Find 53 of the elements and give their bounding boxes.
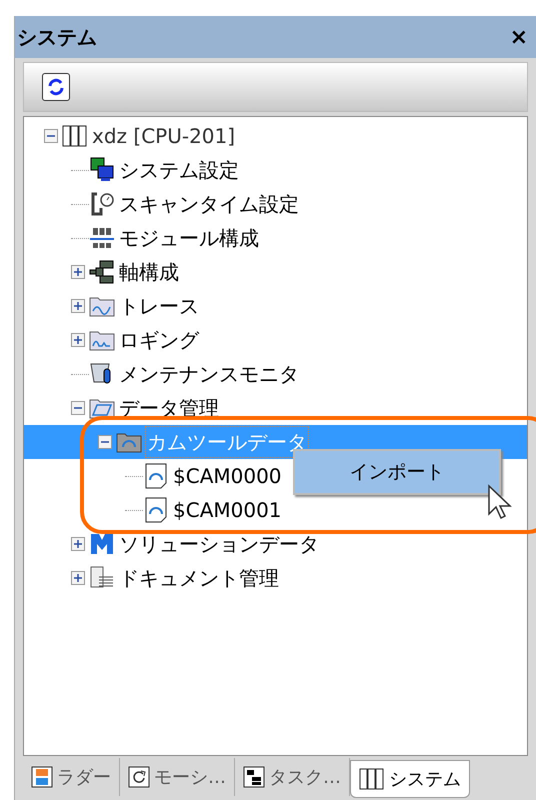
tree-label: $CAM0000	[172, 463, 283, 490]
tab[interactable]: モーシ…	[120, 758, 235, 796]
menu-item[interactable]: インポート	[342, 458, 452, 486]
tree-row[interactable]: ドキュメント管理	[24, 561, 527, 595]
collapse-icon[interactable]	[98, 435, 112, 449]
collapse-icon[interactable]	[71, 401, 85, 415]
tree-row[interactable]: 軸構成	[24, 255, 527, 289]
tree-label: システム設定	[118, 157, 240, 184]
network-icon	[89, 225, 115, 251]
tree-row[interactable]: ロギング	[24, 323, 527, 357]
tree-label: 軸構成	[118, 259, 180, 286]
expand-icon[interactable]	[71, 571, 85, 585]
tree-row[interactable]: xdz [CPU-201]	[24, 119, 527, 153]
tree-row[interactable]: メンテナンスモニタ	[24, 357, 527, 391]
document-icon	[143, 497, 169, 523]
refresh-button[interactable]	[42, 73, 70, 101]
tree-label: メンテナンスモニタ	[118, 361, 300, 388]
tree-label: トレース	[118, 293, 200, 320]
expand-icon[interactable]	[71, 299, 85, 313]
rotate-icon	[128, 766, 150, 788]
document-icon	[143, 463, 169, 489]
solution-icon	[89, 531, 115, 557]
collapse-icon[interactable]	[44, 129, 58, 143]
refresh-icon	[46, 77, 66, 97]
hierarchy-icon	[243, 766, 265, 788]
tab[interactable]: システム	[350, 760, 470, 798]
connector-icon	[89, 259, 115, 285]
tree-label: ロギング	[118, 327, 200, 354]
tree-row[interactable]: $CAM0001	[24, 493, 527, 527]
expand-icon[interactable]	[71, 537, 85, 551]
tree-row[interactable]: スキャンタイム設定	[24, 187, 527, 221]
tree-label: ソリューションデータ	[118, 531, 320, 558]
tree-label: スキャンタイム設定	[118, 191, 300, 218]
tree-label: xdz [CPU-201]	[91, 123, 236, 150]
cursor-icon	[487, 484, 513, 522]
monitor-icon	[89, 157, 115, 183]
tree-row[interactable]: モジュール構成	[24, 221, 527, 255]
tree-row[interactable]: ソリューションデータ	[24, 527, 527, 561]
panel-title: システム	[17, 24, 97, 51]
tree-row[interactable]: トレース	[24, 289, 527, 323]
tree-row[interactable]: システム設定	[24, 153, 527, 187]
tab[interactable]: タスク…	[235, 758, 350, 796]
tree-label: $CAM0001	[172, 497, 283, 524]
expand-icon[interactable]	[71, 265, 85, 279]
tree-label: ドキュメント管理	[118, 565, 280, 592]
stopwatch-icon	[89, 191, 115, 217]
tab[interactable]: ラダー	[23, 758, 120, 796]
ladder-icon	[31, 766, 53, 788]
rack-icon	[359, 766, 385, 792]
close-button[interactable]: ×	[504, 20, 534, 54]
expand-icon[interactable]	[71, 333, 85, 347]
tree-label: モジュール構成	[118, 225, 260, 252]
rack-icon	[62, 123, 88, 149]
